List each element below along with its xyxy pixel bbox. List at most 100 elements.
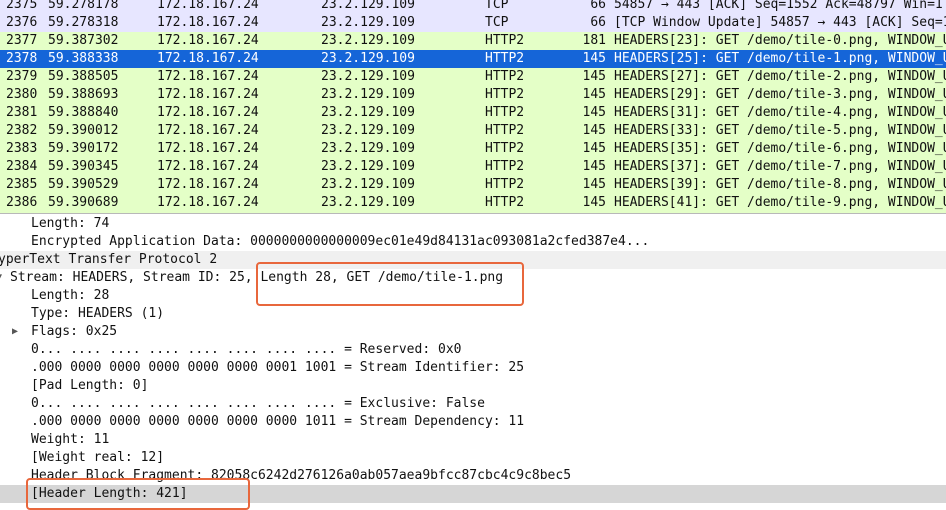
packet-src-cell: 172.18.167.24 [157, 105, 259, 120]
detail-text: 0... .... .... .... .... .... .... .... … [31, 342, 462, 357]
packet-src-cell: 172.18.167.24 [157, 141, 259, 156]
detail-row[interactable]: Encrypted Application Data: 000000000000… [0, 233, 946, 251]
packet-src-cell: 172.18.167.24 [157, 33, 259, 48]
packet-row[interactable]: 2380 59.388693 172.18.167.24 23.2.129.109 HT… [0, 86, 946, 104]
detail-text: Encrypted Application Data: 000000000000… [31, 234, 650, 249]
packet-row[interactable]: 2382 59.390012 172.18.167.24 23.2.129.109 HT… [0, 122, 946, 140]
packet-proto-cell: TCP [485, 15, 509, 30]
packet-row[interactable]: 2385 59.390529 172.18.167.24 23.2.129.109 HT… [0, 176, 946, 194]
packet-row[interactable]: 2386 59.390689 172.18.167.24 23.2.129.109 HT… [0, 194, 946, 212]
packet-time-cell: 59.390689 [48, 195, 119, 210]
detail-text: [Pad Length: 0] [31, 378, 149, 393]
detail-text: yperText Transfer Protocol 2 [0, 252, 218, 267]
packet-proto-cell: HTTP2 [485, 87, 525, 102]
packet-dst-cell: 23.2.129.109 [321, 69, 415, 84]
protocol-section-header[interactable]: yperText Transfer Protocol 2 [0, 251, 946, 269]
packet-proto-cell: HTTP2 [485, 33, 525, 48]
detail-row[interactable]: [Pad Length: 0] [0, 377, 946, 395]
packet-dst-cell: 23.2.129.109 [321, 159, 415, 174]
packet-time-cell: 59.278178 [48, 0, 119, 12]
packet-proto-cell: HTTP2 [485, 51, 525, 66]
packet-time-cell: 59.388338 [48, 51, 119, 66]
packet-len-cell: 145 [582, 51, 606, 66]
packet-proto-cell: HTTP2 [485, 141, 525, 156]
packet-row[interactable]: 2375 59.278178 172.18.167.24 23.2.129.109 TC… [0, 0, 946, 14]
packet-no-cell: 2385 [6, 177, 38, 192]
packet-info-cell: HEADERS[29]: GET /demo/tile-3.png, WINDO… [614, 87, 946, 102]
packet-info-cell: HEADERS[25]: GET /demo/tile-1.png, WINDO… [614, 51, 946, 66]
packet-time-cell: 59.388693 [48, 87, 119, 102]
collapsed-triangle-icon[interactable]: ▶ [12, 323, 18, 341]
packet-time-cell: 59.388840 [48, 105, 119, 120]
packet-info-cell: HEADERS[41]: GET /demo/tile-9.png, WINDO… [614, 195, 946, 210]
packet-row[interactable]: 2384 59.390345 172.18.167.24 23.2.129.109 HT… [0, 158, 946, 176]
packet-time-cell: 59.390529 [48, 177, 119, 192]
packet-proto-cell: HTTP2 [485, 105, 525, 120]
packet-row[interactable]: 2381 59.388840 172.18.167.24 23.2.129.109 HT… [0, 104, 946, 122]
packet-len-cell: 145 [582, 195, 606, 210]
packet-row[interactable]: 2379 59.388505 172.18.167.24 23.2.129.109 HT… [0, 68, 946, 86]
detail-row[interactable]: ▶ Flags: 0x25 [0, 323, 946, 341]
packet-dst-cell: 23.2.129.109 [321, 177, 415, 192]
detail-row[interactable]: ▼ Stream: HEADERS, Stream ID: 25, Length … [0, 269, 946, 287]
detail-text: Weight: 11 [31, 432, 110, 447]
detail-row[interactable]: Length: 28 [0, 287, 946, 305]
packet-dst-cell: 23.2.129.109 [321, 33, 415, 48]
packet-len-cell: 66 [590, 15, 606, 30]
packet-src-cell: 172.18.167.24 [157, 159, 259, 174]
packet-row[interactable]: 2376 59.278318 172.18.167.24 23.2.129.109 TC… [0, 14, 946, 32]
packet-proto-cell: HTTP2 [485, 177, 525, 192]
detail-text: Length: 28 [31, 288, 110, 303]
packet-proto-cell: HTTP2 [485, 123, 525, 138]
packet-len-cell: 145 [582, 177, 606, 192]
detail-row[interactable]: Header Block Fragment: 82058c6242d276126… [0, 467, 946, 485]
detail-text: .000 0000 0000 0000 0000 0000 0001 1001 … [31, 360, 525, 375]
packet-info-cell: HEADERS[23]: GET /demo/tile-0.png, WINDO… [614, 33, 946, 48]
detail-row[interactable]: 0... .... .... .... .... .... .... .... … [0, 341, 946, 359]
expanded-triangle-icon[interactable]: ▼ [0, 269, 2, 287]
detail-row[interactable]: 0... .... .... .... .... .... .... .... … [0, 395, 946, 413]
detail-text: Stream: HEADERS, Stream ID: 25, Length 2… [10, 270, 504, 285]
packet-no-cell: 2382 [6, 123, 38, 138]
packet-row-selected[interactable]: 2378 59.388338 172.18.167.24 23.2.129.109 HT… [0, 50, 946, 68]
packet-no-cell: 2386 [6, 195, 38, 210]
packet-len-cell: 145 [582, 123, 606, 138]
packet-info-cell: HEADERS[37]: GET /demo/tile-7.png, WINDO… [614, 159, 946, 174]
packet-src-cell: 172.18.167.24 [157, 195, 259, 210]
detail-row[interactable]: .000 0000 0000 0000 0000 0000 0001 1001 … [0, 359, 946, 377]
packet-dst-cell: 23.2.129.109 [321, 123, 415, 138]
packet-info-cell: HEADERS[31]: GET /demo/tile-4.png, WINDO… [614, 105, 946, 120]
packet-info-cell: HEADERS[35]: GET /demo/tile-6.png, WINDO… [614, 141, 946, 156]
packet-info-cell: HEADERS[27]: GET /demo/tile-2.png, WINDO… [614, 69, 946, 84]
packet-len-cell: 145 [582, 87, 606, 102]
packet-time-cell: 59.390345 [48, 159, 119, 174]
packet-details-pane[interactable]: Length: 74 Encrypted Application Data: 00… [0, 214, 946, 510]
packet-row[interactable]: 2383 59.390172 172.18.167.24 23.2.129.109 HT… [0, 140, 946, 158]
packet-info-cell: [TCP Window Update] 54857 → 443 [ACK] Se… [614, 15, 946, 30]
packet-no-cell: 2383 [6, 141, 38, 156]
detail-text: Type: HEADERS (1) [31, 306, 165, 321]
detail-row[interactable]: Weight: 11 [0, 431, 946, 449]
detail-row[interactable]: Type: HEADERS (1) [0, 305, 946, 323]
detail-row-highlighted[interactable]: [Header Length: 421] [0, 485, 946, 503]
packet-dst-cell: 23.2.129.109 [321, 87, 415, 102]
packet-src-cell: 172.18.167.24 [157, 87, 259, 102]
packet-proto-cell: HTTP2 [485, 195, 525, 210]
packet-row[interactable]: 2377 59.387302 172.18.167.24 23.2.129.109 HT… [0, 32, 946, 50]
detail-row[interactable]: [Weight real: 12] [0, 449, 946, 467]
detail-text: Length: 74 [31, 216, 110, 231]
packet-proto-cell: HTTP2 [485, 69, 525, 84]
packet-time-cell: 59.390012 [48, 123, 119, 138]
packet-len-cell: 145 [582, 69, 606, 84]
packet-src-cell: 172.18.167.24 [157, 15, 259, 30]
detail-row[interactable]: Length: 74 [0, 215, 946, 233]
detail-text: [Weight real: 12] [31, 450, 165, 465]
packet-info-cell: HEADERS[39]: GET /demo/tile-8.png, WINDO… [614, 177, 946, 192]
packet-dst-cell: 23.2.129.109 [321, 141, 415, 156]
packet-proto-cell: TCP [485, 0, 509, 12]
packet-len-cell: 145 [582, 105, 606, 120]
detail-row[interactable]: .000 0000 0000 0000 0000 0000 0000 1011 … [0, 413, 946, 431]
packet-info-cell: 54857 → 443 [ACK] Seq=1552 Ack=48797 Win… [614, 0, 943, 12]
packet-no-cell: 2378 [6, 51, 38, 66]
packet-list[interactable]: 2375 59.278178 172.18.167.24 23.2.129.109 TC… [0, 0, 946, 214]
